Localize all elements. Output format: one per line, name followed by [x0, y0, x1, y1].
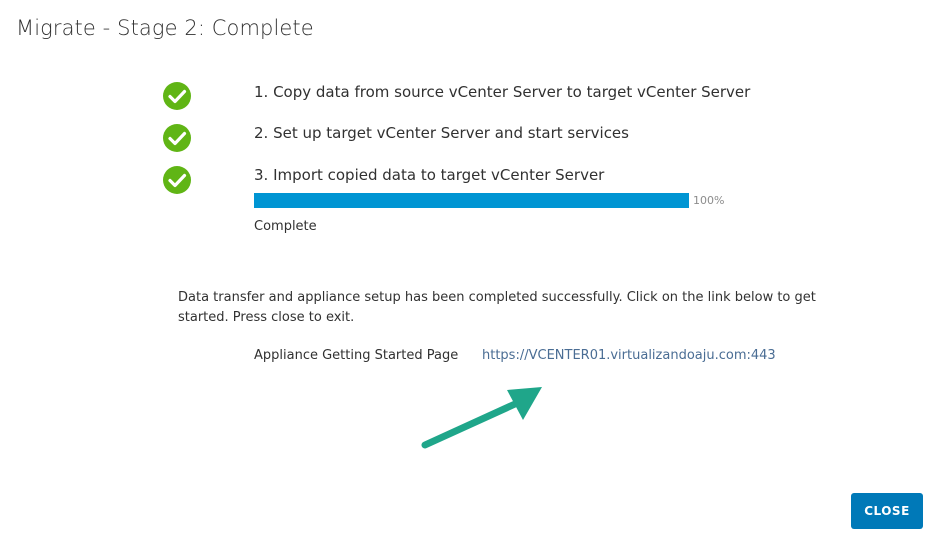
progress-bar-fill [254, 193, 689, 208]
step-setup-target: 2. Set up target vCenter Server and star… [0, 123, 939, 153]
step-label: 2. Set up target vCenter Server and star… [254, 124, 629, 142]
progress-status: Complete [254, 219, 317, 234]
step-copy-data: 1. Copy data from source vCenter Server … [0, 81, 939, 111]
progress-bar [254, 193, 689, 208]
completion-message: Data transfer and appliance setup has be… [178, 290, 816, 325]
progress-percent: 100% [693, 194, 725, 207]
dialog-title: Migrate - Stage 2: Complete [16, 16, 314, 40]
check-circle-icon [163, 166, 191, 194]
annotation-arrow-icon [421, 387, 542, 449]
check-circle-icon [163, 124, 191, 152]
check-circle-icon [163, 82, 191, 110]
step-label: 3. Import copied data to target vCenter … [254, 166, 605, 184]
close-button[interactable]: CLOSE [851, 493, 923, 529]
getting-started-label: Appliance Getting Started Page [254, 348, 459, 363]
step-import-data: 3. Import copied data to target vCenter … [0, 165, 939, 195]
step-label: 1. Copy data from source vCenter Server … [254, 83, 751, 101]
getting-started-link[interactable]: https://VCENTER01.virtualizandoaju.com:4… [482, 346, 776, 366]
